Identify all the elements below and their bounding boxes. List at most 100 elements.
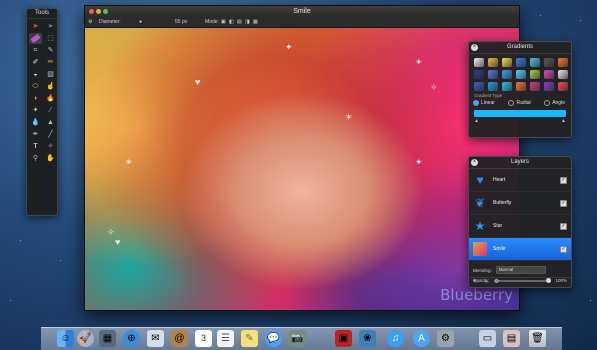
brush-icon[interactable]: ✐: [29, 57, 42, 68]
gradient-swatch[interactable]: [558, 58, 568, 67]
gradient-swatch[interactable]: [474, 58, 484, 67]
contacts-icon[interactable]: @: [171, 330, 188, 347]
gradient-swatch[interactable]: [488, 82, 498, 91]
layer-options-icon[interactable]: ⚙: [494, 278, 499, 287]
gradient-type-radial[interactable]: Radial: [508, 100, 531, 106]
burn-icon[interactable]: 🔥: [44, 93, 57, 104]
gradient-swatch[interactable]: [558, 70, 568, 79]
iphoto-icon[interactable]: ❀: [359, 330, 376, 347]
tools-panel: Tools ➤ ➢ ⬚ ⌗ ✎ ✐ ✏ ◒ ▧ ⬭ ☝ ◖ 🔥 ✦ ⁄ 💧 ▲ …: [26, 8, 58, 216]
tools-panel-title: Tools: [27, 9, 57, 19]
gradient-swatch[interactable]: [474, 70, 484, 79]
gradient-swatch[interactable]: [502, 58, 512, 67]
gradient-stop-right-icon[interactable]: ▲: [561, 118, 566, 124]
eyedropper-icon[interactable]: ✎: [44, 45, 57, 56]
eraser-tool-icon[interactable]: [29, 33, 42, 44]
blending-select[interactable]: Normal: [495, 266, 546, 274]
add-layer-icon[interactable]: +: [473, 278, 477, 287]
layer-visibility-checkbox[interactable]: ✓: [560, 200, 567, 207]
gear-icon[interactable]: ⚙: [88, 18, 92, 26]
notes-icon[interactable]: ✎: [241, 330, 258, 347]
gradient-type-label: Gradient Type: [474, 93, 503, 98]
gradient-swatch[interactable]: [530, 70, 540, 79]
messages-icon[interactable]: 💬: [265, 330, 282, 347]
mode-icon-3[interactable]: ▤: [237, 18, 242, 26]
arrow-select-icon[interactable]: ➤: [29, 21, 42, 32]
trash-icon[interactable]: 🗑: [529, 330, 546, 347]
sharpen-icon[interactable]: ▲: [44, 117, 57, 128]
gradient-stops: ▲ ▲: [474, 118, 566, 124]
brush-preview-icon[interactable]: ●: [139, 18, 142, 26]
zoom-icon[interactable]: ⚲: [29, 153, 42, 164]
blur-icon[interactable]: 💧: [29, 117, 42, 128]
gradient-swatch[interactable]: [530, 82, 540, 91]
layers-panel-header: × Layers: [469, 157, 571, 169]
gradient-swatch[interactable]: [516, 58, 526, 67]
gradient-type-linear[interactable]: Linear: [473, 100, 495, 106]
finder-icon[interactable]: ☺: [57, 330, 74, 347]
photo-booth-icon[interactable]: ▣: [335, 330, 352, 347]
pen-icon[interactable]: ✒: [29, 129, 42, 140]
documents-stack-icon[interactable]: ▤: [503, 330, 520, 347]
arrow-direct-icon[interactable]: ➢: [44, 21, 57, 32]
layer-visibility-checkbox[interactable]: ✓: [560, 246, 567, 253]
gradient-stop-left-icon[interactable]: ▲: [474, 118, 479, 124]
mode-icon-5[interactable]: ▦: [253, 18, 258, 26]
gradient-swatch[interactable]: [516, 70, 526, 79]
gradient-swatch[interactable]: [488, 70, 498, 79]
launchpad-icon[interactable]: 🚀: [77, 330, 94, 347]
gradient-preview-bar[interactable]: [474, 110, 566, 117]
wand-icon[interactable]: ⁄: [44, 105, 57, 116]
facetime-icon[interactable]: 📷: [289, 330, 306, 347]
reminders-icon[interactable]: ☰: [217, 330, 234, 347]
heal-icon[interactable]: ⬭: [29, 81, 42, 92]
layer-name: Smile: [493, 246, 506, 252]
layer-row-smile[interactable]: Smile ✓: [469, 238, 571, 261]
mail-icon[interactable]: ✉: [147, 330, 164, 347]
layer-row-star[interactable]: ★ Star ✓: [469, 215, 571, 238]
clone-icon[interactable]: ▧: [44, 69, 57, 80]
remove-layer-icon[interactable]: −: [484, 278, 488, 287]
gradients-panel-header: × Gradients: [469, 42, 571, 54]
smudge-icon[interactable]: ☝: [44, 81, 57, 92]
gradient-swatch[interactable]: [544, 70, 554, 79]
mission-control-icon[interactable]: ▦: [99, 330, 116, 347]
gradient-swatch[interactable]: [488, 58, 498, 67]
gradient-swatch[interactable]: [530, 58, 540, 67]
calendar-icon[interactable]: 3: [195, 330, 212, 347]
bucket-icon[interactable]: ◒: [29, 69, 42, 80]
gradient-swatch[interactable]: [502, 82, 512, 91]
itunes-icon[interactable]: ♫: [387, 330, 404, 347]
layer-row-heart[interactable]: ♥ Heart ✓: [469, 169, 571, 192]
mode-icon-2[interactable]: ◧: [229, 18, 234, 26]
text-icon[interactable]: T: [29, 141, 42, 152]
layer-name: Butterfly: [493, 200, 512, 206]
safari-icon[interactable]: ⊕: [123, 330, 140, 347]
mode-icon-4[interactable]: ◨: [245, 18, 250, 26]
main-window: Smile ⚙ Diameter: ● 55 px Mode: ▣ ◧ ▤ ◨ …: [84, 5, 520, 311]
diameter-value[interactable]: 55 px: [175, 18, 187, 26]
gradient-swatch[interactable]: [544, 58, 554, 67]
hand-icon[interactable]: ✋: [44, 153, 57, 164]
gradient-swatch[interactable]: [516, 82, 526, 91]
app-store-icon[interactable]: A: [413, 330, 430, 347]
gradient-swatch[interactable]: [474, 82, 484, 91]
crop-icon[interactable]: ⌗: [29, 45, 42, 56]
gradient-swatch[interactable]: [558, 82, 568, 91]
system-preferences-icon[interactable]: ⚙: [437, 330, 454, 347]
layer-row-butterfly[interactable]: ❦ Butterfly ✓: [469, 192, 571, 215]
gradient-swatch[interactable]: [502, 70, 512, 79]
sponge-icon[interactable]: ✦: [29, 105, 42, 116]
layer-visibility-checkbox[interactable]: ✓: [560, 177, 567, 184]
shape-icon[interactable]: ✧: [44, 141, 57, 152]
image-canvas[interactable]: ✦ ♥ ✦ ✶ ✧ ✶ ♥ ✦ ✧ Blueberry: [85, 28, 519, 310]
dodge-icon[interactable]: ◖: [29, 93, 42, 104]
downloads-folder-icon[interactable]: ▭: [479, 330, 496, 347]
mode-icon-1[interactable]: ▣: [221, 18, 226, 26]
layer-visibility-checkbox[interactable]: ✓: [560, 223, 567, 230]
line-icon[interactable]: ╱: [44, 129, 57, 140]
gradient-swatch[interactable]: [544, 82, 554, 91]
gradient-type-angle[interactable]: Angle: [544, 100, 565, 106]
pencil-icon[interactable]: ✏: [44, 57, 57, 68]
marquee-icon[interactable]: ⬚: [44, 33, 57, 44]
